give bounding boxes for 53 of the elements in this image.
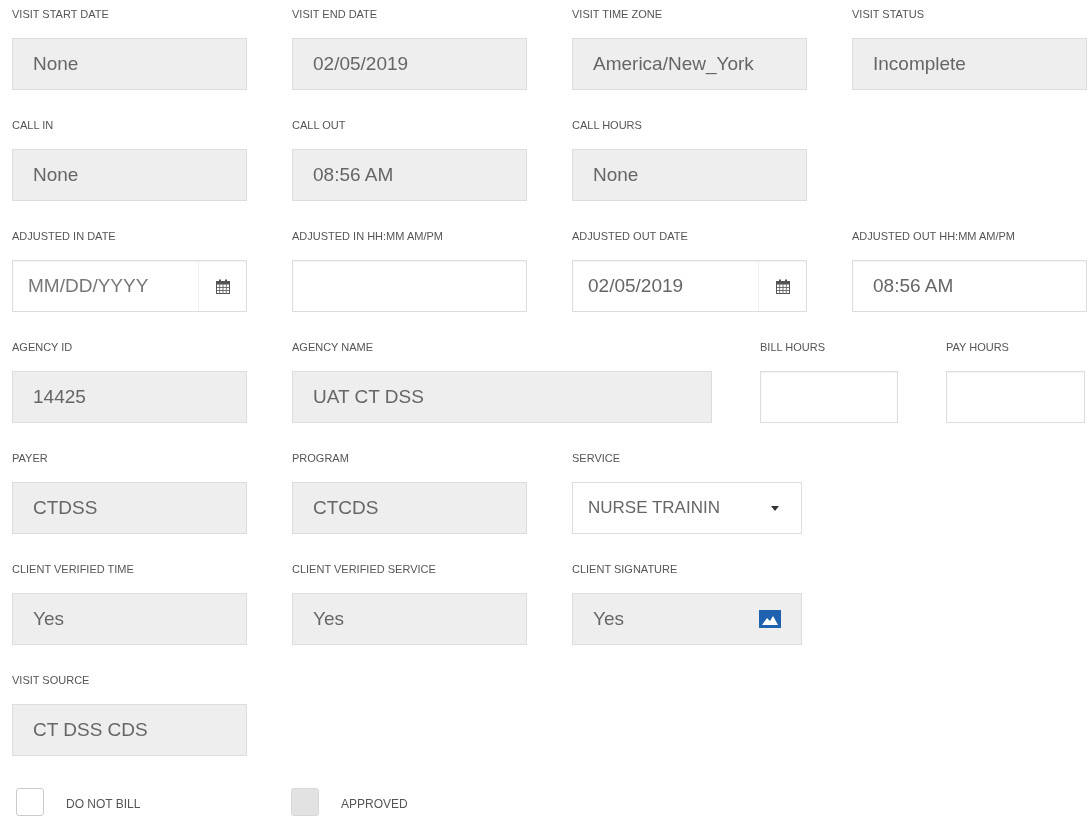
field-label: CLIENT SIGNATURE <box>572 562 678 576</box>
readonly-field: UAT CT DSS <box>292 371 712 423</box>
readonly-field: 14425 <box>12 371 247 423</box>
text-field[interactable]: 08:56 AM <box>852 260 1087 312</box>
readonly-field: 08:56 AM <box>292 149 527 201</box>
readonly-field: None <box>572 149 807 201</box>
checkbox-label: APPROVED <box>341 797 408 811</box>
field-label: CALL HOURS <box>572 118 642 132</box>
field-label: ADJUSTED IN DATE <box>12 229 116 243</box>
field-label: CALL OUT <box>292 118 346 132</box>
readonly-field: Incomplete <box>852 38 1087 90</box>
dropdown[interactable]: NURSE TRAININ <box>572 482 802 534</box>
readonly-field: CTDSS <box>12 482 247 534</box>
field-label: PAYER <box>12 451 48 465</box>
field-label: CALL IN <box>12 118 54 132</box>
field-label: AGENCY ID <box>12 340 73 354</box>
signature-value: Yes <box>593 608 624 630</box>
image-icon[interactable] <box>759 610 781 628</box>
readonly-field: None <box>12 149 247 201</box>
readonly-field: 02/05/2019 <box>292 38 527 90</box>
field-label: CLIENT VERIFIED SERVICE <box>292 562 436 576</box>
text-field[interactable] <box>946 371 1085 423</box>
readonly-field: CTCDS <box>292 482 527 534</box>
text-field[interactable] <box>760 371 898 423</box>
field-label: ADJUSTED IN HH:MM AM/PM <box>292 229 443 243</box>
field-label: VISIT TIME ZONE <box>572 7 663 21</box>
checkbox[interactable] <box>16 788 44 816</box>
date-picker[interactable]: MM/DD/YYYY <box>12 260 247 312</box>
date-input[interactable]: 02/05/2019 <box>573 261 758 311</box>
field-label: VISIT STATUS <box>852 7 925 21</box>
calendar-icon[interactable] <box>215 278 230 294</box>
field-label: ADJUSTED OUT DATE <box>572 229 688 243</box>
text-field[interactable] <box>292 260 527 312</box>
field-label: VISIT START DATE <box>12 7 109 21</box>
readonly-field: CT DSS CDS <box>12 704 247 756</box>
readonly-field: America/New_York <box>572 38 807 90</box>
field-label: PAY HOURS <box>946 340 1009 354</box>
calendar-icon[interactable] <box>775 278 790 294</box>
field-label: PROGRAM <box>292 451 349 465</box>
field-label: VISIT SOURCE <box>12 673 90 687</box>
field-label: VISIT END DATE <box>292 7 378 21</box>
field-label: AGENCY NAME <box>292 340 374 354</box>
field-label: BILL HOURS <box>760 340 825 354</box>
field-label: SERVICE <box>572 451 621 465</box>
checkbox-label: DO NOT BILL <box>66 797 141 811</box>
date-input[interactable]: MM/DD/YYYY <box>13 261 198 311</box>
caret-icon <box>771 505 779 511</box>
readonly-field: Yes <box>292 593 527 645</box>
readonly-field: None <box>12 38 247 90</box>
field-label: ADJUSTED OUT HH:MM AM/PM <box>852 229 1015 243</box>
date-picker[interactable]: 02/05/2019 <box>572 260 807 312</box>
field-label: CLIENT VERIFIED TIME <box>12 562 134 576</box>
readonly-field: Yes <box>12 593 247 645</box>
